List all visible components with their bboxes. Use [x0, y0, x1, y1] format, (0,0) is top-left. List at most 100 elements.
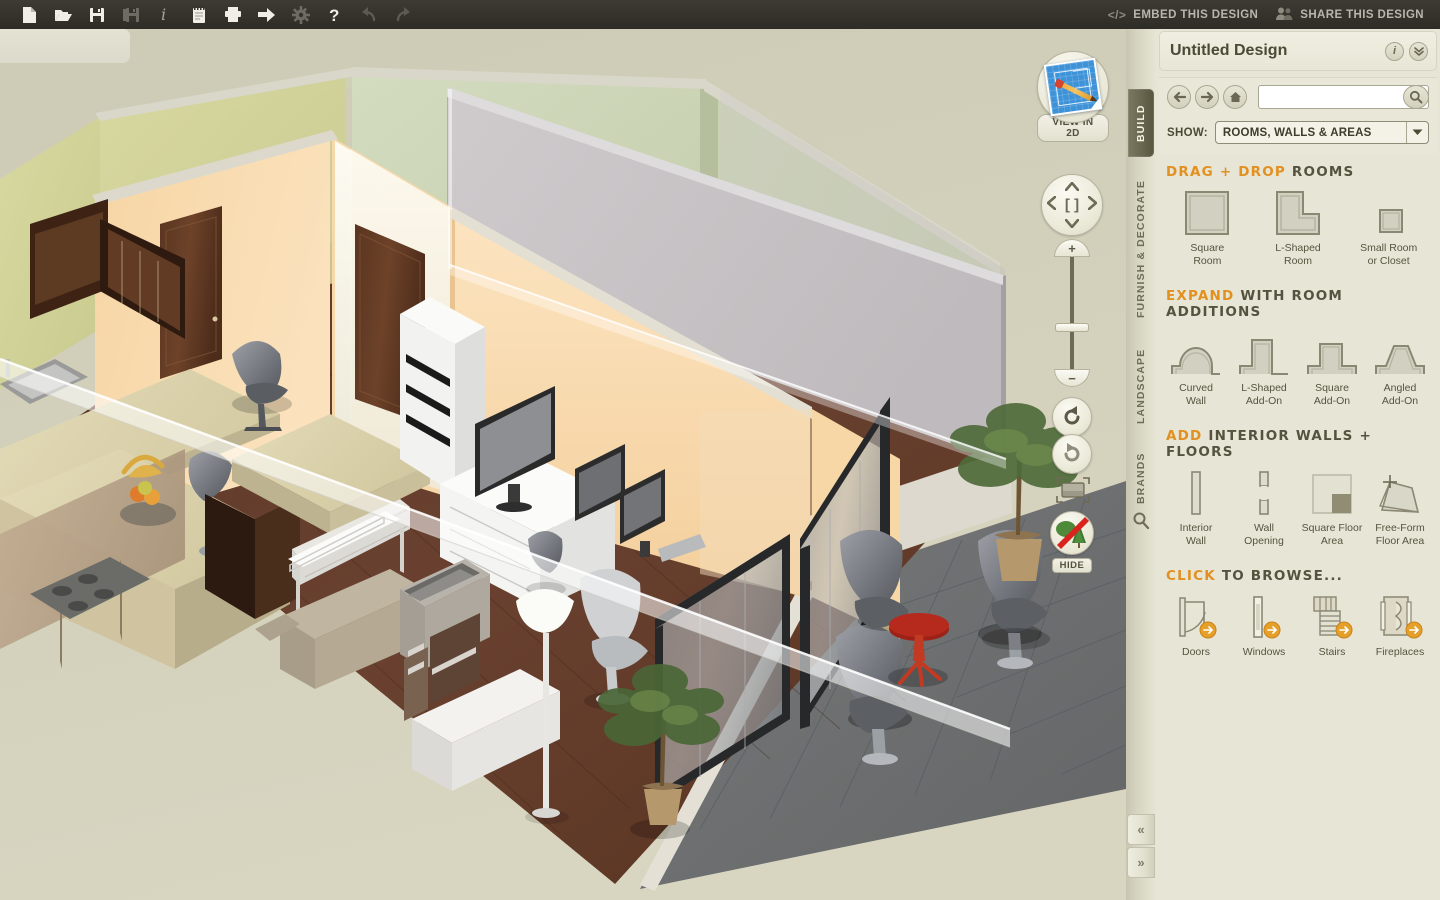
nav-back-button[interactable]	[1167, 85, 1191, 109]
panel-search-icon[interactable]	[1132, 511, 1150, 533]
design-canvas-3d[interactable]: VIEW IN 2D [ ] + − HIDE	[0, 29, 1126, 900]
small-room-icon	[1366, 188, 1412, 236]
undo-icon[interactable]	[352, 1, 386, 28]
embed-code-icon: </>	[1107, 7, 1127, 22]
hide-landscape-button[interactable]	[1050, 511, 1094, 555]
floorplan-3d-render	[0, 29, 1126, 900]
share-design-button[interactable]: SHARE THIS DESIGN	[1276, 7, 1424, 23]
help-icon[interactable]: ?	[318, 1, 352, 28]
item-small-room-closet[interactable]: Small Room or Closet	[1343, 188, 1434, 268]
open-folder-icon[interactable]	[46, 1, 80, 28]
vtab-landscape[interactable]: LANDSCAPE	[1128, 337, 1154, 435]
panel-vertical-tabs: BUILD FURNISH & DECORATE LANDSCAPE BRAND…	[1126, 29, 1156, 900]
l-shaped-room-icon	[1275, 188, 1321, 236]
vtab-build[interactable]: BUILD	[1128, 89, 1154, 157]
zoom-slider[interactable]: + −	[1054, 239, 1090, 387]
panel-search-submit[interactable]	[1403, 85, 1429, 109]
item-l-shaped-addon[interactable]: L-Shaped Add-On	[1230, 328, 1298, 408]
item-fireplaces[interactable]: Fireplaces	[1366, 592, 1434, 659]
section-title-highlight: DRAG + DROP	[1166, 164, 1287, 180]
item-label: Square Floor Area	[1301, 522, 1363, 547]
design-info-icon[interactable]: i	[1385, 41, 1404, 61]
nav-forward-button[interactable]	[1195, 85, 1219, 109]
recenter-button[interactable]: [ ]	[1065, 197, 1079, 214]
interior-wall-icon	[1186, 468, 1206, 516]
show-filter-label: SHOW:	[1167, 126, 1208, 139]
nav-home-button[interactable]	[1223, 85, 1247, 109]
item-label: Stairs	[1318, 646, 1346, 658]
vtab-brands[interactable]: BRANDS	[1128, 443, 1154, 513]
svg-text:?: ?	[329, 6, 339, 24]
chevron-down-icon	[1406, 122, 1428, 143]
item-angled-addon[interactable]: Angled Add-On	[1366, 328, 1434, 408]
save-as-icon[interactable]	[114, 1, 148, 28]
item-label: Doors	[1181, 646, 1210, 658]
new-file-icon[interactable]	[12, 1, 46, 28]
item-windows[interactable]: Windows	[1230, 592, 1298, 659]
pan-down-button[interactable]	[1064, 215, 1080, 232]
wall-opening-icon	[1254, 468, 1274, 516]
item-label: Square Room	[1190, 242, 1225, 267]
section-room-additions: EXPAND WITH ROOM ADDITIONS Curved Wall L…	[1156, 288, 1440, 408]
item-square-addon[interactable]: Square Add-On	[1298, 328, 1366, 408]
section-title-rooms: DRAG + DROP ROOMS	[1156, 164, 1440, 188]
item-l-shaped-room[interactable]: L-Shaped Room	[1253, 188, 1344, 268]
build-panel: Untitled Design i SHOW: ROOMS, WALLS & A…	[1156, 29, 1440, 900]
camera-view-button[interactable]	[1055, 476, 1091, 504]
item-interior-wall[interactable]: Interior Wall	[1162, 468, 1230, 548]
hide-landscape-control: HIDE	[1050, 511, 1094, 573]
section-title-highlight: CLICK	[1166, 568, 1216, 584]
redo-icon[interactable]	[386, 1, 420, 28]
item-stairs[interactable]: Stairs	[1298, 592, 1366, 659]
panel-search-box[interactable]	[1258, 85, 1429, 109]
item-square-room[interactable]: Square Room	[1162, 188, 1253, 268]
pan-control-disc[interactable]: [ ]	[1041, 174, 1103, 236]
show-filter-dropdown[interactable]: ROOMS, WALLS & AREAS	[1214, 121, 1429, 144]
design-title: Untitled Design	[1170, 42, 1288, 59]
zoom-track	[1070, 249, 1074, 377]
pan-left-button[interactable]	[1046, 195, 1057, 214]
additions-item-list: Curved Wall L-Shaped Add-On Square Add-O…	[1156, 328, 1440, 408]
print-icon[interactable]	[216, 1, 250, 28]
embed-design-label: EMBED THIS DESIGN	[1133, 8, 1259, 21]
embed-design-button[interactable]: </> EMBED THIS DESIGN	[1108, 8, 1259, 22]
free-form-floor-area-icon	[1376, 468, 1424, 516]
item-label: Wall Opening	[1244, 522, 1284, 547]
settings-gear-icon[interactable]	[284, 1, 318, 28]
item-wall-opening[interactable]: Wall Opening	[1230, 468, 1298, 548]
item-label: L-Shaped Add-On	[1241, 382, 1287, 407]
item-free-form-floor-area[interactable]: Free-Form Floor Area	[1366, 468, 1434, 548]
item-doors[interactable]: Doors	[1162, 592, 1230, 659]
share-design-label: SHARE THIS DESIGN	[1300, 8, 1424, 21]
collapse-right-button[interactable]: »	[1127, 847, 1155, 878]
walls-item-list: Interior Wall Wall Opening Square Floor …	[1156, 468, 1440, 548]
notes-icon[interactable]	[182, 1, 216, 28]
pan-up-button[interactable]	[1064, 178, 1080, 195]
panel-navigation	[1159, 77, 1437, 117]
item-square-floor-area[interactable]: Square Floor Area	[1298, 468, 1366, 548]
section-title-highlight: EXPAND	[1166, 288, 1235, 304]
panel-collapse-icon[interactable]	[1409, 41, 1428, 61]
section-click-to-browse: CLICK TO BROWSE... Doors Windows Stairs …	[1156, 568, 1440, 659]
curved-wall-icon	[1170, 328, 1222, 376]
item-curved-wall[interactable]: Curved Wall	[1162, 328, 1230, 408]
pan-right-button[interactable]	[1087, 195, 1098, 214]
windows-icon	[1240, 592, 1288, 640]
save-icon[interactable]	[80, 1, 114, 28]
export-icon[interactable]	[250, 1, 284, 28]
rooms-item-list: Square Room L-Shaped Room Small Room or …	[1156, 188, 1440, 268]
rotate-left-button[interactable]	[1052, 397, 1092, 437]
toolbar-actions: </> EMBED THIS DESIGN SHARE THIS DESIGN	[1108, 7, 1440, 23]
info-icon[interactable]: i	[148, 1, 182, 28]
blueprint-icon	[1043, 57, 1103, 117]
panel-sections: DRAG + DROP ROOMS Square Room L-Shaped R…	[1156, 154, 1440, 659]
item-label: Free-Form Floor Area	[1375, 522, 1425, 547]
show-filter-value: ROOMS, WALLS & AREAS	[1222, 126, 1372, 139]
hide-label[interactable]: HIDE	[1051, 558, 1093, 573]
collapse-left-button[interactable]: «	[1127, 814, 1155, 845]
section-title-rest: ROOMS	[1291, 164, 1355, 180]
view-2d-button[interactable]	[1037, 51, 1109, 123]
vtab-furnish-decorate[interactable]: FURNISH & DECORATE	[1128, 169, 1154, 329]
zoom-thumb[interactable]	[1055, 323, 1089, 332]
rotate-right-button[interactable]	[1052, 434, 1092, 474]
